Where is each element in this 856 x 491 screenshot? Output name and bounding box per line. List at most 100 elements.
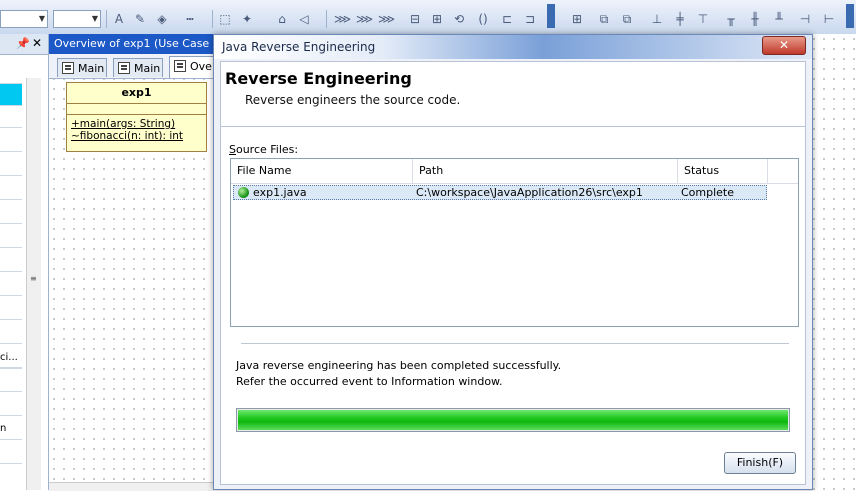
align-bottom-icon[interactable]: ╨: [772, 12, 786, 26]
line-style-icon[interactable]: ┅: [178, 12, 202, 26]
align-icon[interactable]: ⋙: [378, 12, 395, 26]
reverse-engineering-dialog: Java Reverse Engineering ✕ Reverse Engin…: [213, 34, 813, 490]
layout-icon[interactable]: ⊐: [523, 12, 537, 26]
list-item[interactable]: [0, 274, 22, 296]
column-header-file-name[interactable]: File Name: [231, 159, 413, 183]
distribute-icon[interactable]: ⊤: [696, 12, 710, 26]
class-box[interactable]: exp1 +main(args: String) ~fibonacci(n: i…: [66, 82, 207, 152]
dialog-titlebar[interactable]: Java Reverse Engineering ✕: [214, 35, 812, 59]
table-row[interactable]: exp1.java C:\workspace\JavaApplication26…: [233, 185, 767, 200]
mnemonic: S: [229, 143, 236, 156]
diagram-title: Overview of exp1 (Use Case Mod: [49, 34, 214, 54]
dialog-heading: Reverse Engineering: [225, 69, 412, 88]
status-cell: Complete: [681, 186, 735, 199]
path-cell: C:\workspace\JavaApplication26\src\exp1: [416, 186, 643, 199]
list-item[interactable]: [0, 106, 22, 128]
list-item[interactable]: [0, 370, 22, 392]
distribute-icon[interactable]: ⊥: [650, 12, 664, 26]
select-icon[interactable]: ⬚: [218, 12, 232, 26]
size-combo[interactable]: ▼: [53, 10, 101, 28]
align-icon[interactable]: ⊣: [798, 12, 812, 26]
align-top-icon[interactable]: ╥: [724, 12, 738, 26]
list-item[interactable]: [0, 202, 22, 224]
diagram-icon: [174, 60, 186, 72]
source-files-table[interactable]: File Name Path Status exp1.java C:\works…: [230, 158, 799, 327]
tab-overview[interactable]: Ove: [169, 56, 214, 78]
shape-icon[interactable]: ✦: [240, 12, 254, 26]
list-item[interactable]: [0, 84, 22, 106]
file-name-cell: exp1.java: [253, 186, 307, 199]
layout-icon[interactable]: ⊟: [408, 12, 422, 26]
vertical-scrollbar[interactable]: ≡: [26, 78, 41, 490]
layout-icon[interactable]: ⊏: [500, 12, 514, 26]
divider: [241, 343, 789, 344]
table-header: File Name Path Status: [231, 159, 798, 184]
class-operation[interactable]: +main(args: String): [67, 118, 206, 130]
progress-fill: [238, 410, 788, 430]
scroll-grip-icon: ≡: [30, 274, 37, 283]
tab-label: Ove: [190, 60, 212, 73]
model-explorer-panel: 📌 ✕ ci... n ≡: [0, 34, 49, 490]
status-ok-icon: [238, 187, 249, 198]
font-color-icon[interactable]: A: [112, 12, 126, 26]
tab-main-1[interactable]: Main: [57, 58, 107, 77]
pin-icon[interactable]: 📌: [16, 37, 30, 50]
ungroup-icon[interactable]: ⧉: [620, 12, 634, 26]
column-header-status[interactable]: Status: [678, 159, 768, 183]
fill-icon[interactable]: ◈: [155, 12, 169, 26]
class-attributes: [67, 104, 206, 115]
list-item[interactable]: ci...: [0, 347, 22, 369]
source-files-label: Source Files:: [229, 143, 298, 156]
tab-label: Main: [134, 62, 161, 75]
list-item[interactable]: [0, 62, 22, 84]
finish-button[interactable]: Finish(F): [724, 452, 796, 474]
column-header-path[interactable]: Path: [413, 159, 678, 183]
list-item[interactable]: [0, 178, 22, 200]
source-files-label-text: ource Files:: [235, 143, 299, 156]
brace-icon[interactable]: (): [476, 12, 490, 26]
class-operation[interactable]: ~fibonacci(n: int): int: [67, 130, 206, 142]
tab-label: Main: [78, 62, 105, 75]
align-icon[interactable]: ⊢: [822, 12, 836, 26]
list-item[interactable]: [0, 442, 22, 464]
chevron-down-icon: ▼: [91, 14, 98, 23]
toolbar-grip[interactable]: [846, 4, 854, 28]
distribute-icon[interactable]: ╪: [673, 12, 687, 26]
font-combo[interactable]: ▼: [0, 10, 48, 28]
info-message: Refer the occurred event to Information …: [236, 375, 503, 388]
layout-icon[interactable]: ⊞: [430, 12, 444, 26]
tab-main-2[interactable]: Main: [113, 58, 163, 77]
close-button[interactable]: ✕: [762, 36, 806, 55]
class-name: exp1: [67, 83, 206, 104]
list-item[interactable]: [0, 250, 22, 272]
group-icon[interactable]: ⧉: [597, 12, 611, 26]
diagram-icon: [62, 62, 74, 74]
pen-icon[interactable]: ✎: [133, 12, 147, 26]
dialog-title: Java Reverse Engineering: [222, 40, 376, 54]
progress-bar: [236, 408, 790, 432]
list-item[interactable]: [0, 130, 22, 152]
toolbar-separator: [106, 10, 107, 28]
format-icon[interactable]: ⌂: [275, 12, 289, 26]
toolbar-separator: [326, 10, 327, 28]
completion-message: Java reverse engineering has been comple…: [236, 359, 562, 372]
tag-icon[interactable]: ◁: [297, 12, 311, 26]
align-middle-icon[interactable]: ╫: [748, 12, 762, 26]
list-item[interactable]: [0, 322, 22, 344]
list-item[interactable]: [0, 394, 22, 416]
diagram-icon: [118, 62, 130, 74]
list-item[interactable]: n: [0, 418, 22, 440]
list-item[interactable]: [0, 154, 22, 176]
toolbar: ▼ ▼ A ✎ ◈ ┅ ⬚ ✦ ⌂ ◁ ⋙ ⋙ ⋙ ⊟ ⊞ ⟲ () ⊏ ⊐ ⊞…: [0, 0, 856, 35]
link-icon[interactable]: ⟲: [452, 12, 466, 26]
list-item[interactable]: [0, 226, 22, 248]
dialog-subheading: Reverse engineers the source code.: [245, 93, 461, 107]
align-icon[interactable]: ⋙: [334, 12, 351, 26]
align-icon[interactable]: ⋙: [356, 12, 373, 26]
diagram-tabs: Main Main Ove: [49, 54, 214, 79]
grid-icon[interactable]: ⊞: [570, 12, 584, 26]
toolbar-grip[interactable]: [547, 4, 555, 28]
list-item[interactable]: [0, 298, 22, 320]
dialog-body: Source Files: File Name Path Status exp1…: [220, 127, 806, 485]
close-icon[interactable]: ✕: [32, 36, 42, 50]
